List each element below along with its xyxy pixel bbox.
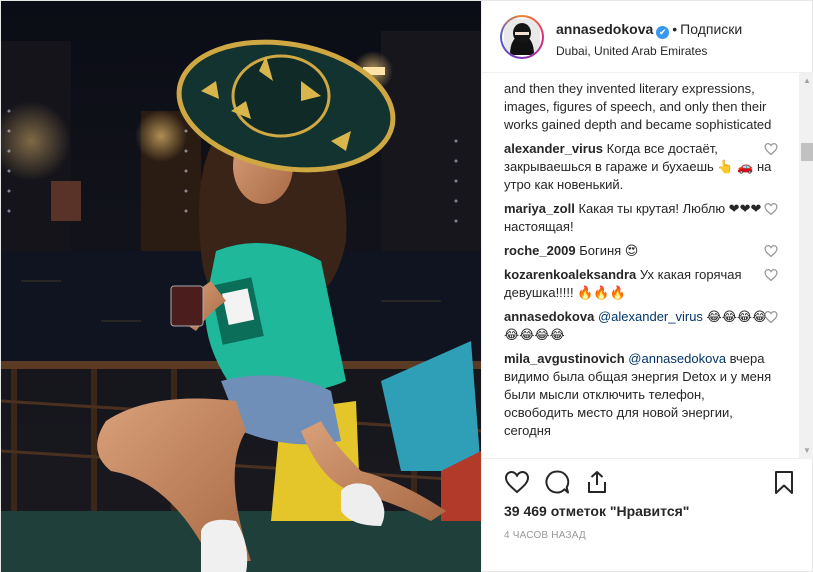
comment-item: kozarenkoaleksandra Ух какая горячая дев…	[504, 266, 778, 302]
comment-text: Богиня 😍	[579, 243, 639, 258]
comment-username[interactable]: mariya_zoll	[504, 201, 575, 216]
comments-container: and then they invented literary expressi…	[504, 80, 778, 446]
avatar-image	[502, 17, 542, 57]
comment-item: and then they invented literary expressi…	[504, 80, 774, 134]
scroll-down-arrow-icon[interactable]: ▼	[799, 443, 813, 458]
comment-like-heart-icon[interactable]	[764, 142, 778, 156]
comment-username[interactable]: mila_avgustinovich	[504, 351, 625, 366]
scroll-thumb[interactable]	[801, 143, 813, 161]
comment-like-heart-icon[interactable]	[764, 244, 778, 258]
comment-text: and then they invented literary expressi…	[504, 81, 772, 132]
comment-item: mariya_zoll Какая ты крутая! Люблю ❤❤❤ н…	[504, 200, 778, 236]
post-photo[interactable]	[1, 1, 481, 572]
header-location[interactable]: Dubai, United Arab Emirates	[556, 44, 707, 58]
post-header: annasedokova ✔ • Подписки Dubai, United Ara…	[482, 1, 813, 73]
comment-item: alexander_virus Когда все достаёт, закры…	[504, 140, 778, 194]
comment-username[interactable]: alexander_virus	[504, 141, 603, 156]
comment-like-heart-icon[interactable]	[764, 202, 778, 216]
comment-mention[interactable]: @annasedokova	[628, 351, 726, 366]
header-username[interactable]: annasedokova	[556, 21, 653, 37]
comment-item: annasedokova @alexander_virus 😂😂😂😂😂😂😂😂	[504, 308, 778, 344]
comment-like-heart-icon[interactable]	[764, 268, 778, 282]
scroll-up-arrow-icon[interactable]: ▲	[799, 73, 813, 89]
comments-list[interactable]: and then they invented literary expressi…	[482, 73, 813, 459]
comment-username[interactable]: roche_2009	[504, 243, 576, 258]
comments-scrollbar[interactable]: ▲ ▼	[799, 73, 813, 458]
avatar-silhouette-icon	[504, 19, 540, 55]
instagram-post: annasedokova ✔ • Подписки Dubai, United Ara…	[0, 0, 813, 572]
comment-username[interactable]: kozarenkoaleksandra	[504, 267, 636, 282]
post-actions	[482, 459, 813, 507]
header-separator: •	[672, 21, 678, 37]
heart-icon[interactable]	[504, 469, 530, 495]
post-side-panel: annasedokova ✔ • Подписки Dubai, United Ara…	[481, 1, 813, 572]
comment-like-heart-icon[interactable]	[764, 310, 778, 324]
verified-badge-icon: ✔	[656, 26, 670, 39]
comment-icon[interactable]	[544, 469, 570, 495]
photo-illustration	[1, 1, 481, 572]
follow-button[interactable]: Подписки	[680, 21, 742, 37]
likes-count[interactable]: 39 469 отметок "Нравится"	[504, 503, 689, 519]
comment-item: mila_avgustinovich @annasedokova вчера в…	[504, 350, 774, 440]
comment-mention[interactable]: @alexander_virus	[598, 309, 703, 324]
comment-username[interactable]: annasedokova	[504, 309, 594, 324]
avatar[interactable]	[500, 15, 544, 59]
comment-item: roche_2009 Богиня 😍	[504, 242, 778, 260]
post-timestamp[interactable]: 4 ЧАСОВ НАЗАД	[504, 530, 586, 541]
header-user-line: annasedokova ✔ • Подписки	[556, 21, 742, 39]
bookmark-icon[interactable]	[771, 469, 797, 495]
share-icon[interactable]	[584, 469, 610, 495]
